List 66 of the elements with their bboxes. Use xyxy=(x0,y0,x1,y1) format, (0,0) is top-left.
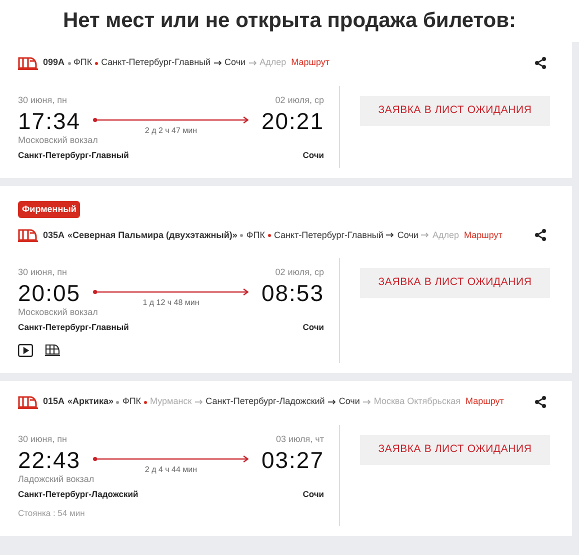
share-icon[interactable] xyxy=(535,57,546,69)
train-icon xyxy=(18,228,38,242)
route-stop: Санкт-Петербург-Главный xyxy=(274,228,384,242)
route-stop: Санкт-Петербург-Главный xyxy=(101,56,211,70)
departure-time: 17:34 xyxy=(18,108,81,134)
arrow-icon xyxy=(421,232,430,238)
departure-station: Санкт-Петербург-Главный xyxy=(18,321,129,334)
route-stop: Сочи xyxy=(397,228,418,242)
page-heading: Нет мест или не открыта продажа билетов: xyxy=(62,8,516,34)
route-link[interactable]: Маршрут xyxy=(465,395,504,409)
arrow-icon xyxy=(386,232,394,238)
route-stop: Сочи xyxy=(224,56,246,70)
arrow-icon xyxy=(362,399,371,405)
trip-duration: 2 д 2 ч 47 мин xyxy=(144,124,198,136)
departure-station: Санкт-Петербург-Главный xyxy=(18,149,129,162)
carrier-label: ФПК xyxy=(74,56,92,70)
departure-station-hint: Московский вокзал xyxy=(18,306,98,317)
train-number: 035А xyxy=(43,228,65,242)
arrow-icon xyxy=(248,60,257,66)
route-stop: Москва Октябрьская xyxy=(374,395,460,408)
carrier-label: ФПК xyxy=(122,395,142,408)
trip-duration: 1 д 12 ч 48 мин xyxy=(142,296,200,309)
share-icon[interactable] xyxy=(535,229,546,242)
branded-badge: Фирменный xyxy=(18,200,80,218)
waitlist-button[interactable]: ЗАЯВКА В ЛИСТ ОЖИДАНИЯ xyxy=(360,96,550,126)
stop-duration: Стоянка : 54 мин xyxy=(18,508,85,518)
arrow-icon xyxy=(194,399,203,405)
train-icon xyxy=(18,395,38,409)
route-stop: Адлер xyxy=(260,56,286,70)
arrival-time: 20:21 xyxy=(261,108,324,134)
video-icon xyxy=(18,344,33,357)
arrival-time: 08:53 xyxy=(261,280,324,306)
arrival-date: 03 июля, чт xyxy=(276,433,324,446)
route-stop: Мурманск xyxy=(150,395,192,408)
arrival-time: 03:27 xyxy=(261,446,324,472)
arrival-date: 02 июля, ср xyxy=(275,94,324,107)
route-stop: Адлер xyxy=(432,228,459,242)
arrival-station: Сочи xyxy=(302,321,324,334)
train-number: 015А xyxy=(43,395,65,408)
arrow-icon xyxy=(214,60,222,66)
route-stop: Санкт-Петербург-Ладожский xyxy=(206,395,325,408)
train-icon xyxy=(18,56,38,70)
departure-time: 22:43 xyxy=(18,446,81,472)
train-name: «Северная Пальмира (двухэтажный)» xyxy=(68,228,238,242)
departure-station-hint: Московский вокзал xyxy=(18,134,98,144)
route-link[interactable]: Маршрут xyxy=(464,228,502,242)
waitlist-button[interactable]: ЗАЯВКА В ЛИСТ ОЖИДАНИЯ xyxy=(360,435,550,465)
arrival-station: Сочи xyxy=(302,488,324,501)
waitlist-button[interactable]: ЗАЯВКА В ЛИСТ ОЖИДАНИЯ xyxy=(360,268,550,298)
route-stop: Сочи xyxy=(338,395,360,408)
departure-station-hint: Ладожский вокзал xyxy=(18,474,94,484)
carrier-label: ФПК xyxy=(246,228,265,242)
arrival-date: 02 июля, ср xyxy=(275,266,324,280)
departure-date: 30 июня, пн xyxy=(18,94,67,107)
departure-date: 30 июня, пн xyxy=(18,433,67,446)
route-link[interactable]: Маршрут xyxy=(291,56,330,70)
departure-date: 30 июня, пн xyxy=(18,266,67,280)
train-icon xyxy=(45,344,60,357)
arrow-icon xyxy=(328,399,336,405)
departure-station: Санкт-Петербург-Ладожский xyxy=(18,488,138,501)
arrival-station: Сочи xyxy=(302,149,324,162)
share-icon[interactable] xyxy=(535,396,546,408)
departure-time: 20:05 xyxy=(18,280,81,306)
train-name: «Арктика» xyxy=(68,395,114,408)
trip-duration: 2 д 4 ч 44 мин xyxy=(144,464,198,476)
train-number: 099А xyxy=(43,56,65,70)
